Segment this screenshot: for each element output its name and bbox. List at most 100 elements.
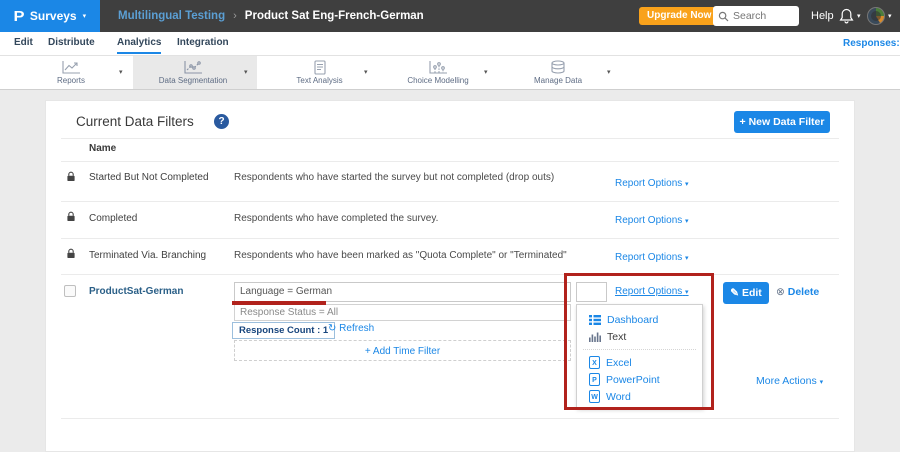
caret-down-icon[interactable]: ▾ (607, 68, 611, 76)
caret-down-icon: ▾ (83, 13, 87, 20)
breadcrumb-folder[interactable]: Multilingual Testing (118, 10, 225, 22)
caret-down-icon[interactable]: ▾ (484, 68, 488, 76)
response-count-badge: Response Count : 1 (232, 322, 335, 339)
toolbar-item-text-analysis[interactable]: Text Analysis (272, 56, 367, 89)
menu-item-label: Excel (606, 357, 632, 369)
filter-row-checkbox[interactable] (64, 285, 76, 297)
filter-row-description: Respondents who have started the survey … (234, 172, 554, 183)
report-options-menu: Dashboard Text X Excel P (576, 304, 703, 408)
surveys-product-menu[interactable]: P Surveys ▾ (0, 0, 100, 32)
divider (61, 161, 839, 162)
responses-count[interactable]: Responses: 3 (843, 32, 900, 55)
word-file-icon: W (589, 390, 600, 403)
toolbar-item-reports[interactable]: Reports (25, 56, 117, 89)
top-navbar: P Surveys ▾ Multilingual Testing › Produ… (0, 0, 900, 32)
toolbar-item-label: Choice Modelling (407, 76, 468, 85)
edit-label: Edit (742, 287, 762, 299)
filter-value-input[interactable] (576, 282, 607, 302)
svg-text:P: P (592, 377, 597, 384)
report-options-link-open[interactable]: Report Options ▾ (615, 286, 689, 297)
caret-down-icon: ▾ (685, 289, 689, 296)
report-options-label: Report Options (615, 178, 682, 189)
delete-circle-icon: ⊗ (776, 286, 785, 298)
caret-down-icon: ▾ (820, 379, 824, 386)
caret-down-icon[interactable]: ▾ (119, 68, 123, 76)
divider (61, 238, 839, 239)
help-link[interactable]: Help (811, 0, 834, 32)
toolbar-item-manage-data[interactable]: Manage Data (512, 56, 604, 89)
report-options-link[interactable]: Report Options ▾ (615, 178, 689, 189)
tab-edit[interactable]: Edit (14, 32, 33, 54)
report-options-label: Report Options (615, 215, 682, 226)
toolbar-item-choice-modelling[interactable]: Choice Modelling (388, 56, 488, 89)
section-nav: Edit Distribute Analytics Integration Re… (0, 32, 900, 56)
add-time-filter-link[interactable]: + Add Time Filter (365, 346, 440, 357)
notifications-button[interactable]: ▾ (839, 8, 861, 24)
excel-file-icon: X (589, 356, 600, 369)
filter-row-name: Started But Not Completed (89, 172, 209, 183)
delete-button[interactable]: ⊗ Delete (776, 286, 819, 298)
breadcrumb: Multilingual Testing › Product Sat Eng-F… (118, 0, 424, 32)
red-underline-annotation (232, 301, 326, 305)
filter-row-description: Respondents who have completed the surve… (234, 213, 438, 224)
lock-icon (66, 211, 76, 222)
help-icon[interactable]: ? (214, 114, 229, 129)
report-options-label: Report Options (615, 252, 682, 263)
menu-item-word[interactable]: W Word (577, 388, 702, 405)
search-box[interactable] (713, 6, 799, 26)
menu-item-dashboard[interactable]: Dashboard (577, 311, 702, 328)
caret-down-icon: ▾ (685, 181, 689, 188)
pencil-icon: ✎ (730, 287, 739, 299)
toolbar-item-label: Text Analysis (296, 76, 342, 85)
filter-expression-input[interactable]: Language = German (234, 282, 571, 302)
menu-item-text[interactable]: Text (577, 328, 702, 345)
page-title: Current Data Filters (76, 114, 194, 129)
report-options-label: Report Options (615, 286, 682, 297)
menu-item-powerpoint[interactable]: P PowerPoint (577, 371, 702, 388)
analytics-toolbar: Reports ▾ Data Segmentation ▾ Text Analy… (0, 56, 900, 90)
menu-divider (583, 349, 696, 350)
search-input[interactable] (733, 10, 793, 22)
tab-integration[interactable]: Integration (177, 32, 229, 54)
breadcrumb-survey-title: Product Sat Eng-French-German (245, 10, 424, 22)
breadcrumb-separator-icon: › (233, 10, 237, 22)
caret-down-icon: ▾ (685, 218, 689, 225)
filter-row-name: Completed (89, 213, 137, 224)
dashboard-list-icon (589, 315, 601, 325)
toolbar-item-label: Manage Data (534, 76, 582, 85)
upgrade-now-button[interactable]: Upgrade Now (639, 7, 719, 25)
search-icon (718, 11, 729, 22)
avatar (867, 7, 885, 25)
refresh-label: Refresh (339, 323, 374, 334)
refresh-link[interactable]: ↻ Refresh (328, 323, 374, 334)
caret-down-icon[interactable]: ▾ (244, 68, 248, 76)
choice-chart-icon (428, 60, 448, 75)
filter-row-description: Respondents who have been marked as "Quo… (234, 250, 567, 261)
caret-down-icon: ▾ (888, 13, 892, 20)
text-document-icon (310, 60, 330, 75)
new-data-filter-button[interactable]: + New Data Filter (734, 111, 830, 133)
caret-down-icon[interactable]: ▾ (364, 68, 368, 76)
report-options-link[interactable]: Report Options ▾ (615, 215, 689, 226)
toolbar-item-data-segmentation[interactable]: Data Segmentation (137, 56, 249, 89)
menu-item-label: Word (606, 391, 631, 403)
more-actions-link[interactable]: More Actions ▾ (756, 375, 823, 387)
caret-down-icon: ▾ (857, 13, 861, 20)
response-status-input[interactable]: Response Status = All (234, 304, 571, 321)
edit-button[interactable]: ✎ Edit (723, 282, 769, 304)
bar-chart-icon (589, 332, 601, 342)
svg-text:X: X (592, 360, 597, 367)
account-menu[interactable]: ▾ (867, 7, 892, 25)
divider (61, 418, 839, 419)
report-options-link[interactable]: Report Options ▾ (615, 252, 689, 263)
current-data-filters-panel: Current Data Filters ? + New Data Filter… (45, 100, 855, 452)
tab-distribute[interactable]: Distribute (48, 32, 95, 54)
filter-row-name[interactable]: ProductSat-German (89, 286, 183, 297)
refresh-icon: ↻ (328, 323, 336, 334)
menu-item-label: PowerPoint (606, 374, 660, 386)
menu-item-label: Dashboard (607, 314, 658, 326)
tab-analytics[interactable]: Analytics (117, 32, 161, 54)
menu-item-excel[interactable]: X Excel (577, 354, 702, 371)
name-column-header: Name (89, 143, 116, 154)
delete-label: Delete (788, 286, 820, 298)
